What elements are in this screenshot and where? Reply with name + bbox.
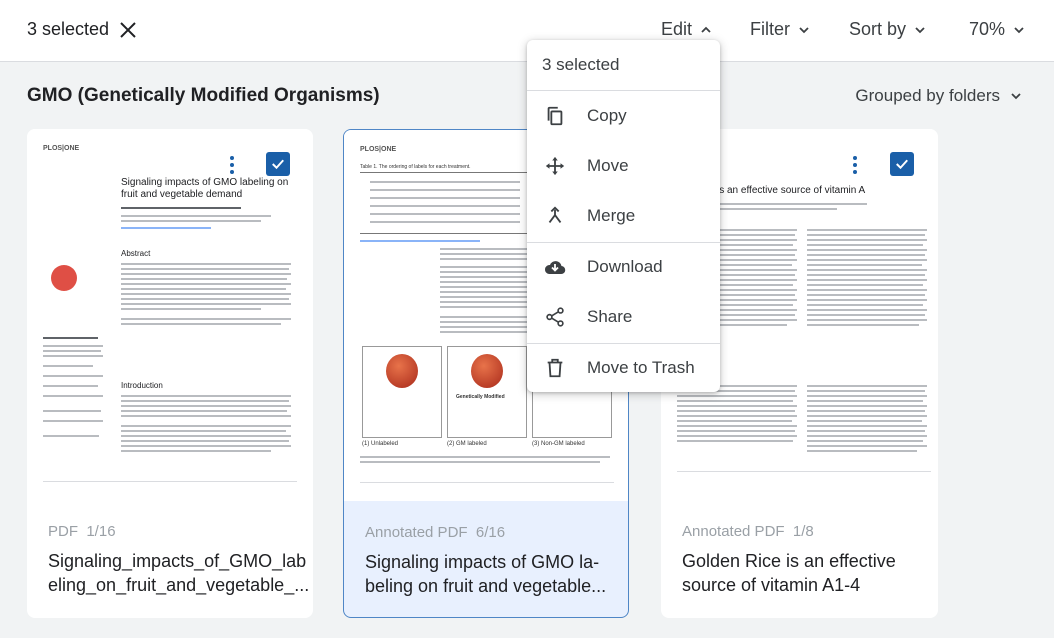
file-name: Signaling impacts of GMO la- beling on f… <box>365 552 607 596</box>
share-icon <box>543 305 567 329</box>
edit-label: Edit <box>661 19 693 39</box>
figure-label: (3) Non-GM labeled <box>532 441 585 447</box>
page-preview: PLOS|ONE Signaling impacts of GMO labeli… <box>43 145 297 485</box>
selected-checkbox-icon[interactable] <box>266 152 290 176</box>
filter-label: Filter <box>750 19 790 39</box>
preview-title: is an effective source of vitamin A <box>717 185 866 196</box>
menu-item-copy[interactable]: Copy <box>527 93 720 139</box>
file-meta: Annotated PDF 1/8 <box>682 523 814 540</box>
menu-divider <box>527 343 720 344</box>
update-badge-icon <box>51 265 77 291</box>
menu-item-move-to-trash[interactable]: Move to Trash <box>527 345 720 391</box>
file-name: Golden Rice is an effective source of vi… <box>682 551 896 595</box>
menu-item-merge[interactable]: Merge <box>527 193 720 239</box>
menu-item-label: Download <box>587 257 663 276</box>
menu-item-label: Share <box>587 307 633 326</box>
edit-menu-button[interactable]: Edit <box>661 19 712 40</box>
preview-table <box>360 172 530 234</box>
menu-divider <box>527 242 720 243</box>
edit-dropdown-menu: 3 selected Copy Move Merge Download Shar… <box>527 40 720 392</box>
close-icon[interactable] <box>118 20 138 40</box>
preview-section: Abstract <box>121 249 151 258</box>
grouping-selector[interactable]: Grouped by folders <box>855 86 1022 106</box>
merge-icon <box>543 204 567 228</box>
document-thumbnail: PLOS|ONE Signaling impacts of GMO labeli… <box>27 129 313 500</box>
file-type: Annotated PDF <box>365 524 468 541</box>
chevron-down-icon <box>1014 26 1024 33</box>
page-count: 1/16 <box>86 523 116 540</box>
preview-table-caption: Table 1. The ordering of labels for each… <box>360 164 471 170</box>
menu-item-label: Move <box>587 156 629 175</box>
menu-selected-count: 3 selected <box>542 55 620 74</box>
menu-divider <box>527 90 720 91</box>
more-options-icon[interactable] <box>220 151 244 179</box>
selected-checkbox-icon[interactable] <box>890 152 914 176</box>
preview-title: Signaling impacts of GMO labeling on fru… <box>121 177 289 200</box>
file-name: Signaling_impacts_of_GMO_lab eling_on_fr… <box>48 551 310 595</box>
page-count: 1/8 <box>792 523 814 540</box>
grouping-label: Grouped by folders <box>855 86 1000 105</box>
menu-item-label: Move to Trash <box>587 358 695 377</box>
sort-by-button[interactable]: Sort by <box>849 19 926 40</box>
document-card[interactable]: PLOS|ONE Signaling impacts of GMO labeli… <box>27 129 313 618</box>
chevron-down-icon <box>1011 93 1021 100</box>
menu-item-label: Merge <box>587 206 636 225</box>
journal-logo: PLOS|ONE <box>360 146 397 153</box>
file-type: Annotated PDF <box>682 523 785 540</box>
group-title: GMO (Genetically Modified Organisms) <box>27 85 380 106</box>
apple-image <box>471 354 503 388</box>
apple-image <box>386 354 418 388</box>
zoom-label: 70% <box>969 19 1006 39</box>
trash-icon <box>543 356 567 380</box>
figure-label: (2) GM labeled <box>447 441 487 447</box>
figure-label: (1) Unlabeled <box>362 441 399 447</box>
sort-label: Sort by <box>849 19 907 39</box>
filter-button[interactable]: Filter <box>750 19 810 40</box>
chevron-up-icon <box>701 26 711 33</box>
preview-mid-label: Genetically Modified <box>456 394 505 400</box>
menu-item-download[interactable]: Download <box>527 244 720 290</box>
zoom-button[interactable]: 70% <box>969 19 1025 40</box>
chevron-down-icon <box>799 26 809 33</box>
more-options-icon[interactable] <box>843 151 867 179</box>
journal-logo: PLOS|ONE <box>43 145 80 152</box>
menu-item-move[interactable]: Move <box>527 143 720 189</box>
file-meta: Annotated PDF 6/16 <box>365 524 505 541</box>
menu-item-share[interactable]: Share <box>527 294 720 340</box>
preview-intro: Introduction <box>121 381 163 390</box>
page-count: 6/16 <box>475 524 506 541</box>
chevron-down-icon <box>915 26 925 33</box>
move-icon <box>543 154 567 178</box>
selected-count: 3 selected <box>27 19 110 39</box>
copy-icon <box>543 104 567 128</box>
menu-item-label: Copy <box>587 106 627 125</box>
file-meta: PDF 1/16 <box>48 523 116 540</box>
file-type: PDF <box>48 523 78 540</box>
cloud-download-icon <box>543 255 567 279</box>
